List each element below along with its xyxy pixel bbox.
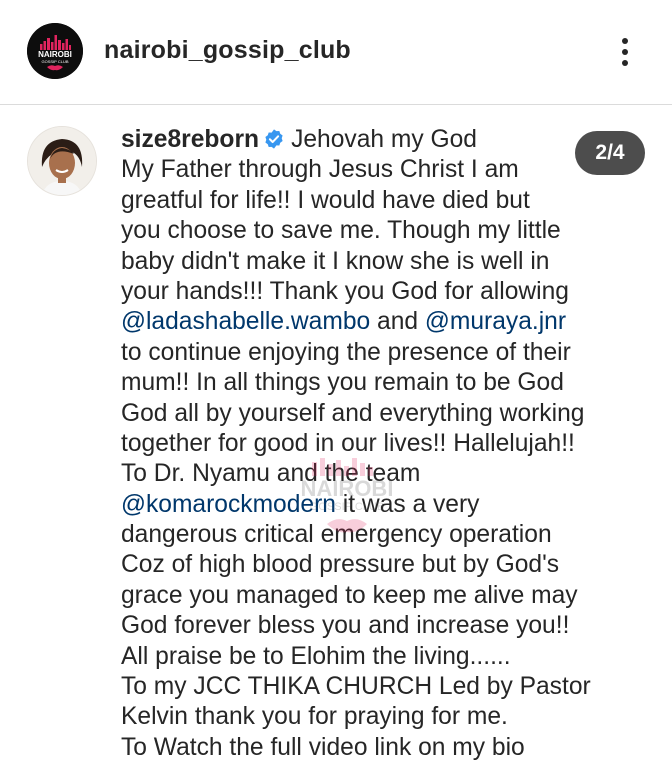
author-photo bbox=[28, 127, 96, 195]
caption-line: All praise be to Elohim the living...... bbox=[121, 642, 511, 670]
caption-line: To Dr. Nyamu and the team bbox=[121, 460, 421, 488]
caption-line: mum!! In all things you remain to be God bbox=[121, 369, 564, 397]
caption-line: @komarockmodern it was a very bbox=[121, 490, 661, 520]
caption-text: it was a very bbox=[335, 490, 480, 518]
caption-line: Coz of high blood pressure but by God's bbox=[121, 551, 560, 579]
caption-line: @ladashabelle.wambo and @muraya.jnr bbox=[121, 307, 661, 337]
caption-line: To my JCC THIKA CHURCH Led by Pastor bbox=[121, 673, 591, 701]
author-username[interactable]: size8reborn bbox=[121, 126, 259, 153]
mention-link[interactable]: @muraya.jnr bbox=[425, 308, 566, 335]
header-username[interactable]: nairobi_gossip_club bbox=[104, 36, 351, 65]
caption-line: God all by yourself and everything worki… bbox=[121, 399, 585, 427]
verified-badge-icon bbox=[263, 128, 285, 158]
caption-line: you choose to save me. Though my little bbox=[121, 217, 561, 245]
caption-line: dangerous critical emergency operation bbox=[121, 521, 552, 549]
caption-line: to continue enjoying the presence of the… bbox=[121, 338, 571, 366]
author-avatar[interactable] bbox=[28, 127, 96, 195]
caption-line: God forever bless you and increase you!! bbox=[121, 612, 570, 640]
caption-line: together for good in our lives!! Hallelu… bbox=[121, 429, 575, 457]
caption-line: your hands!!! Thank you God for allowing bbox=[121, 277, 569, 305]
slide-counter-badge: 2/4 bbox=[575, 131, 645, 175]
more-options-button[interactable] bbox=[610, 32, 640, 72]
caption-line: greatful for life!! I would have died bu… bbox=[121, 186, 530, 214]
three-dots-vertical-icon bbox=[622, 38, 628, 44]
logo-text-top: NAIROBI bbox=[38, 50, 72, 59]
more-dot bbox=[622, 49, 628, 55]
mention-link[interactable]: @ladashabelle.wambo bbox=[121, 308, 370, 335]
post-caption: size8reborn Jehovah my God My Father thro… bbox=[121, 125, 661, 763]
caption-line: grace you managed to keep me alive may bbox=[121, 581, 578, 609]
caption-line: Kelvin thank you for praying for me. bbox=[121, 703, 508, 731]
caption-line: baby didn't make it I know she is well i… bbox=[121, 247, 550, 275]
caption-text: and bbox=[370, 308, 425, 336]
more-dot bbox=[622, 60, 628, 66]
nairobi-gossip-club-logo: NAIROBI GOSSIP CLUB bbox=[27, 23, 83, 79]
mention-link[interactable]: @komarockmodern bbox=[121, 491, 336, 518]
logo-text-bottom: GOSSIP CLUB bbox=[41, 59, 68, 64]
caption-text: Jehovah my God bbox=[291, 126, 477, 153]
profile-avatar[interactable]: NAIROBI GOSSIP CLUB bbox=[27, 23, 83, 79]
post-header: NAIROBI GOSSIP CLUB nairobi_gossip_club bbox=[0, 0, 672, 105]
caption-line: To Watch the full video link on my bio bbox=[121, 733, 525, 761]
